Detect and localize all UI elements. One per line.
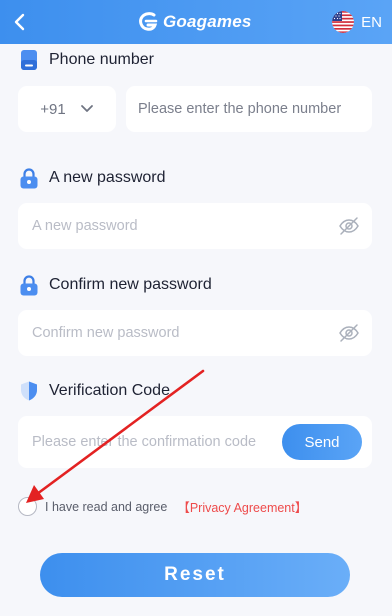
eye-hidden-icon[interactable]	[338, 322, 360, 344]
goagames-logo-icon	[139, 12, 158, 31]
phone-input[interactable]	[138, 86, 360, 132]
verification-label-row: Verification Code	[18, 380, 170, 402]
agree-radio[interactable]	[18, 497, 37, 516]
lock-icon	[20, 168, 38, 189]
verification-code-input[interactable]	[32, 416, 272, 468]
country-code-value[interactable]: +91	[40, 101, 65, 118]
confirm-password-input[interactable]	[32, 310, 326, 356]
shield-icon	[21, 381, 37, 401]
phone-label-row: Phone number	[18, 49, 154, 71]
confirm-password-box[interactable]	[18, 310, 372, 356]
privacy-agreement-link[interactable]: 【Privacy Agreement】	[177, 497, 307, 516]
confirm-password-label-row: Confirm new password	[18, 274, 212, 296]
language-selector[interactable]: EN	[332, 9, 382, 35]
chevron-down-icon[interactable]	[80, 104, 94, 114]
us-flag-icon[interactable]	[332, 11, 355, 33]
back-button[interactable]	[6, 8, 34, 36]
agreement-text: I have read and agree	[45, 499, 168, 514]
country-code-select[interactable]: +91	[18, 86, 116, 132]
verification-box[interactable]: Send	[18, 416, 372, 468]
phone-label: Phone number	[49, 51, 154, 68]
reset-button[interactable]: Reset	[40, 553, 350, 597]
confirm-password-label: Confirm new password	[49, 276, 212, 293]
new-password-input[interactable]	[32, 203, 326, 249]
brand-name: Goagames	[163, 12, 252, 31]
phone-icon	[21, 50, 37, 70]
new-password-label: A new password	[49, 169, 166, 186]
eye-hidden-icon[interactable]	[338, 215, 360, 237]
agreement-row: I have read and agree 【Privacy Agreement…	[18, 497, 307, 516]
new-password-label-row: A new password	[18, 167, 166, 189]
lock-icon	[20, 275, 38, 296]
phone-input-box[interactable]	[126, 86, 372, 132]
new-password-box[interactable]	[18, 203, 372, 249]
verification-label: Verification Code	[49, 382, 170, 399]
top-bar: Goagames EN	[0, 0, 392, 44]
send-code-button[interactable]: Send	[282, 424, 362, 460]
brand-logo: Goagames	[138, 8, 252, 36]
language-label[interactable]: EN	[361, 14, 382, 31]
chevron-left-icon[interactable]	[12, 13, 28, 31]
